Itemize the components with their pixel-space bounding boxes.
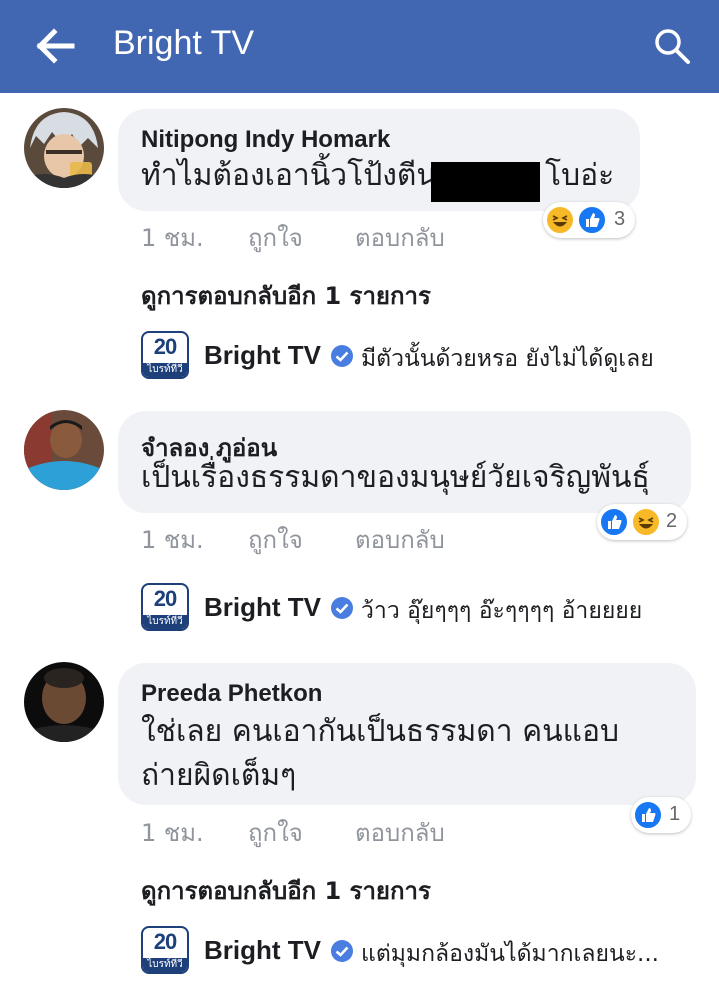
reply-text: ว้าว อุ๊ยๆๆๆ อ๊ะๆๆๆๆ อ้ายยยย (361, 598, 643, 624)
search-button[interactable] (652, 26, 692, 66)
page-logo[interactable]: 20 ไบรท์ทีวี (141, 926, 189, 974)
reaction-count: 1 (669, 803, 681, 825)
verified-badge-icon (331, 345, 353, 367)
comment-time: 1 ชม. (141, 526, 204, 554)
logo-caption: ไบรท์ทีวี (143, 615, 187, 629)
logo-caption: ไบรท์ทีวี (143, 958, 187, 972)
reply-author[interactable]: Bright TV (204, 340, 321, 371)
like-icon (599, 507, 629, 537)
comment-meta: 1 ชม. ถูกใจ ตอบกลับ (141, 520, 541, 554)
avatar[interactable] (24, 662, 104, 742)
reply-text: แต่มุมกล้องมันได้มากเลยนะ... (361, 941, 659, 967)
reply-author[interactable]: Bright TV (204, 592, 321, 623)
comment-author[interactable]: Nitipong Indy Homark (141, 126, 390, 154)
reply-button[interactable]: ตอบกลับ (355, 520, 445, 559)
reaction-summary[interactable]: 1 (631, 797, 691, 833)
search-icon (655, 29, 690, 64)
like-button[interactable]: ถูกใจ (248, 520, 303, 559)
back-button[interactable] (36, 28, 76, 64)
comment-meta: 1 ชม. ถูกใจ ตอบกลับ (141, 218, 541, 252)
reply-button[interactable]: ตอบกลับ (355, 813, 445, 852)
like-icon (633, 800, 663, 830)
comment-meta: 1 ชม. ถูกใจ ตอบกลับ (141, 813, 541, 847)
haha-icon (631, 507, 661, 537)
avatar[interactable] (24, 108, 104, 188)
reaction-summary[interactable]: 3 (543, 202, 635, 238)
comment-author[interactable]: Preeda Phetkon (141, 680, 322, 708)
comment-text-end: โบอ่ะ (545, 158, 615, 193)
reply-button[interactable]: ตอบกลับ (355, 218, 445, 257)
view-more-replies[interactable]: ดูการตอบกลับอีก 1 รายการ (141, 871, 431, 910)
verified-badge-icon (331, 597, 353, 619)
reaction-count: 2 (666, 510, 678, 532)
redaction-bar (431, 162, 540, 202)
reaction-summary[interactable]: 2 (597, 504, 687, 540)
logo-number: 20 (153, 334, 177, 359)
page-logo[interactable]: 20 ไบรท์ทีวี (141, 331, 189, 379)
logo-number: 20 (153, 929, 177, 954)
like-icon (577, 205, 607, 235)
verified-badge-icon (331, 940, 353, 962)
arrow-left-icon (36, 28, 75, 64)
haha-icon (545, 205, 575, 235)
top-app-bar: Bright TV (0, 0, 719, 93)
comment-text: เป็นเรื่องธรรมดาของมนุษย์วัยเจริญพันธุ์ (141, 460, 650, 495)
comment-time: 1 ชม. (141, 224, 204, 252)
reaction-count: 3 (614, 208, 626, 230)
view-more-replies[interactable]: ดูการตอบกลับอีก 1 รายการ (141, 276, 431, 315)
page-title: Bright TV (113, 24, 255, 62)
comment-text-line1: ใช่เลย คนเอากันเป็นธรรมดา คนแอบ (141, 714, 620, 749)
avatar[interactable] (24, 410, 104, 490)
like-button[interactable]: ถูกใจ (248, 813, 303, 852)
reply-text: มีตัวนั้นด้วยหรอ ยังไม่ได้ดูเลย (361, 346, 654, 372)
comment-text: ทำไมต้องเอานิ้วโป้งตีนเ (141, 158, 448, 193)
logo-number: 20 (153, 586, 177, 611)
like-button[interactable]: ถูกใจ (248, 218, 303, 257)
comment-time: 1 ชม. (141, 819, 204, 847)
reply-author[interactable]: Bright TV (204, 935, 321, 966)
comment-text-line2: ถ่ายผิดเต็มๆ (141, 758, 297, 793)
logo-caption: ไบรท์ทีวี (143, 363, 187, 377)
page-logo[interactable]: 20 ไบรท์ทีวี (141, 583, 189, 631)
